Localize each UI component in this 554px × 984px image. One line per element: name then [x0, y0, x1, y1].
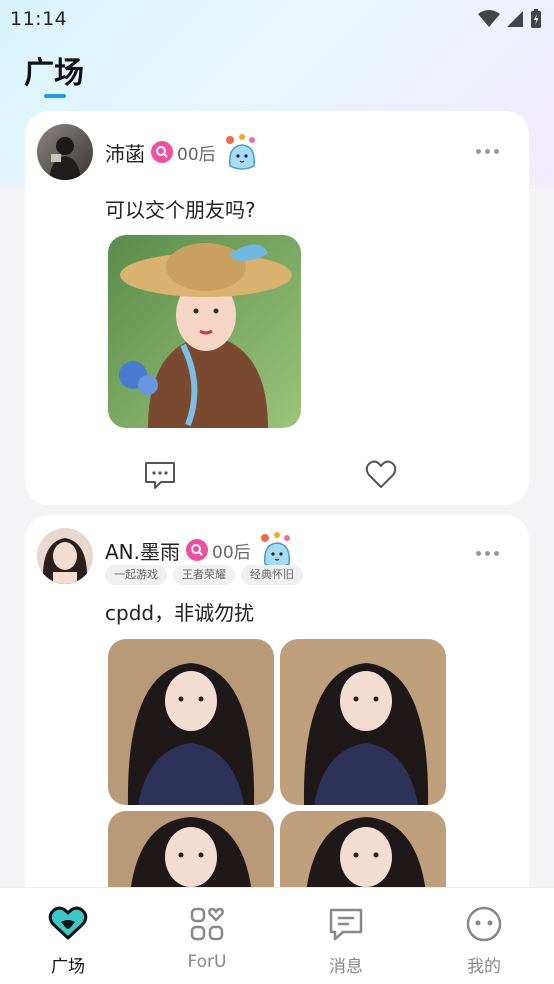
- message-icon: [329, 908, 363, 941]
- nav-item-square[interactable]: 广场: [28, 904, 108, 977]
- user-info: AN.墨雨 00后: [105, 532, 297, 568]
- post-photo[interactable]: [280, 639, 446, 805]
- status-icons: [478, 9, 542, 29]
- post-photo[interactable]: [108, 639, 274, 805]
- username[interactable]: 沛菡: [105, 138, 145, 167]
- nav-item-messages[interactable]: 消息: [306, 904, 386, 977]
- post-card[interactable]: AN.墨雨 00后 一起游戏 王者荣耀 经典怀旧 cpdd，非诚勿扰: [25, 515, 529, 935]
- search-badge-icon: [151, 141, 173, 163]
- mascot-icon: [222, 132, 262, 172]
- post-text: cpdd，非诚勿扰: [105, 601, 255, 625]
- post-photo[interactable]: [108, 235, 301, 428]
- heart-icon: [365, 460, 397, 488]
- user-info: 沛菡 00后: [105, 134, 262, 170]
- face-icon: [466, 906, 502, 942]
- signal-icon: [507, 11, 523, 27]
- nav-label: ForU: [187, 952, 227, 972]
- interest-tag: 一起游戏: [105, 565, 167, 585]
- nav-label: 我的: [467, 957, 501, 977]
- like-button[interactable]: [363, 457, 399, 493]
- interest-tags: 一起游戏 王者荣耀 经典怀旧: [105, 565, 303, 585]
- interest-tag: 经典怀旧: [241, 565, 303, 585]
- nav-label: 消息: [329, 957, 363, 977]
- nav-item-foru[interactable]: ForU: [167, 904, 247, 972]
- wifi-icon: [478, 10, 500, 27]
- search-badge-icon: [186, 539, 208, 561]
- username[interactable]: AN.墨雨: [105, 536, 180, 565]
- page-header: 广场: [24, 48, 84, 98]
- more-options-button[interactable]: [474, 143, 501, 160]
- battery-icon: [531, 9, 541, 28]
- mascot-icon: [257, 530, 297, 570]
- avatar[interactable]: [37, 124, 93, 180]
- status-time: 11:14: [10, 8, 68, 30]
- comment-icon: [145, 462, 175, 489]
- status-bar: 11:14: [0, 0, 554, 38]
- comment-button[interactable]: [142, 457, 178, 493]
- nav-label: 广场: [51, 957, 85, 977]
- heart-chat-icon: [48, 906, 88, 940]
- avatar[interactable]: [37, 528, 93, 584]
- more-options-button[interactable]: [474, 545, 501, 562]
- post-card[interactable]: 沛菡 00后 可以交个朋友吗?: [25, 111, 529, 505]
- nav-item-me[interactable]: 我的: [444, 904, 524, 977]
- grid-heart-icon: [190, 907, 224, 941]
- interest-tag: 王者荣耀: [173, 565, 235, 585]
- post-text: 可以交个朋友吗?: [105, 198, 256, 222]
- age-tag: 00后: [212, 542, 251, 563]
- bottom-navigation: 广场 ForU 消息 我的: [0, 887, 554, 984]
- page-title[interactable]: 广场: [24, 48, 84, 92]
- active-tab-indicator: [44, 94, 66, 98]
- age-tag: 00后: [177, 144, 216, 165]
